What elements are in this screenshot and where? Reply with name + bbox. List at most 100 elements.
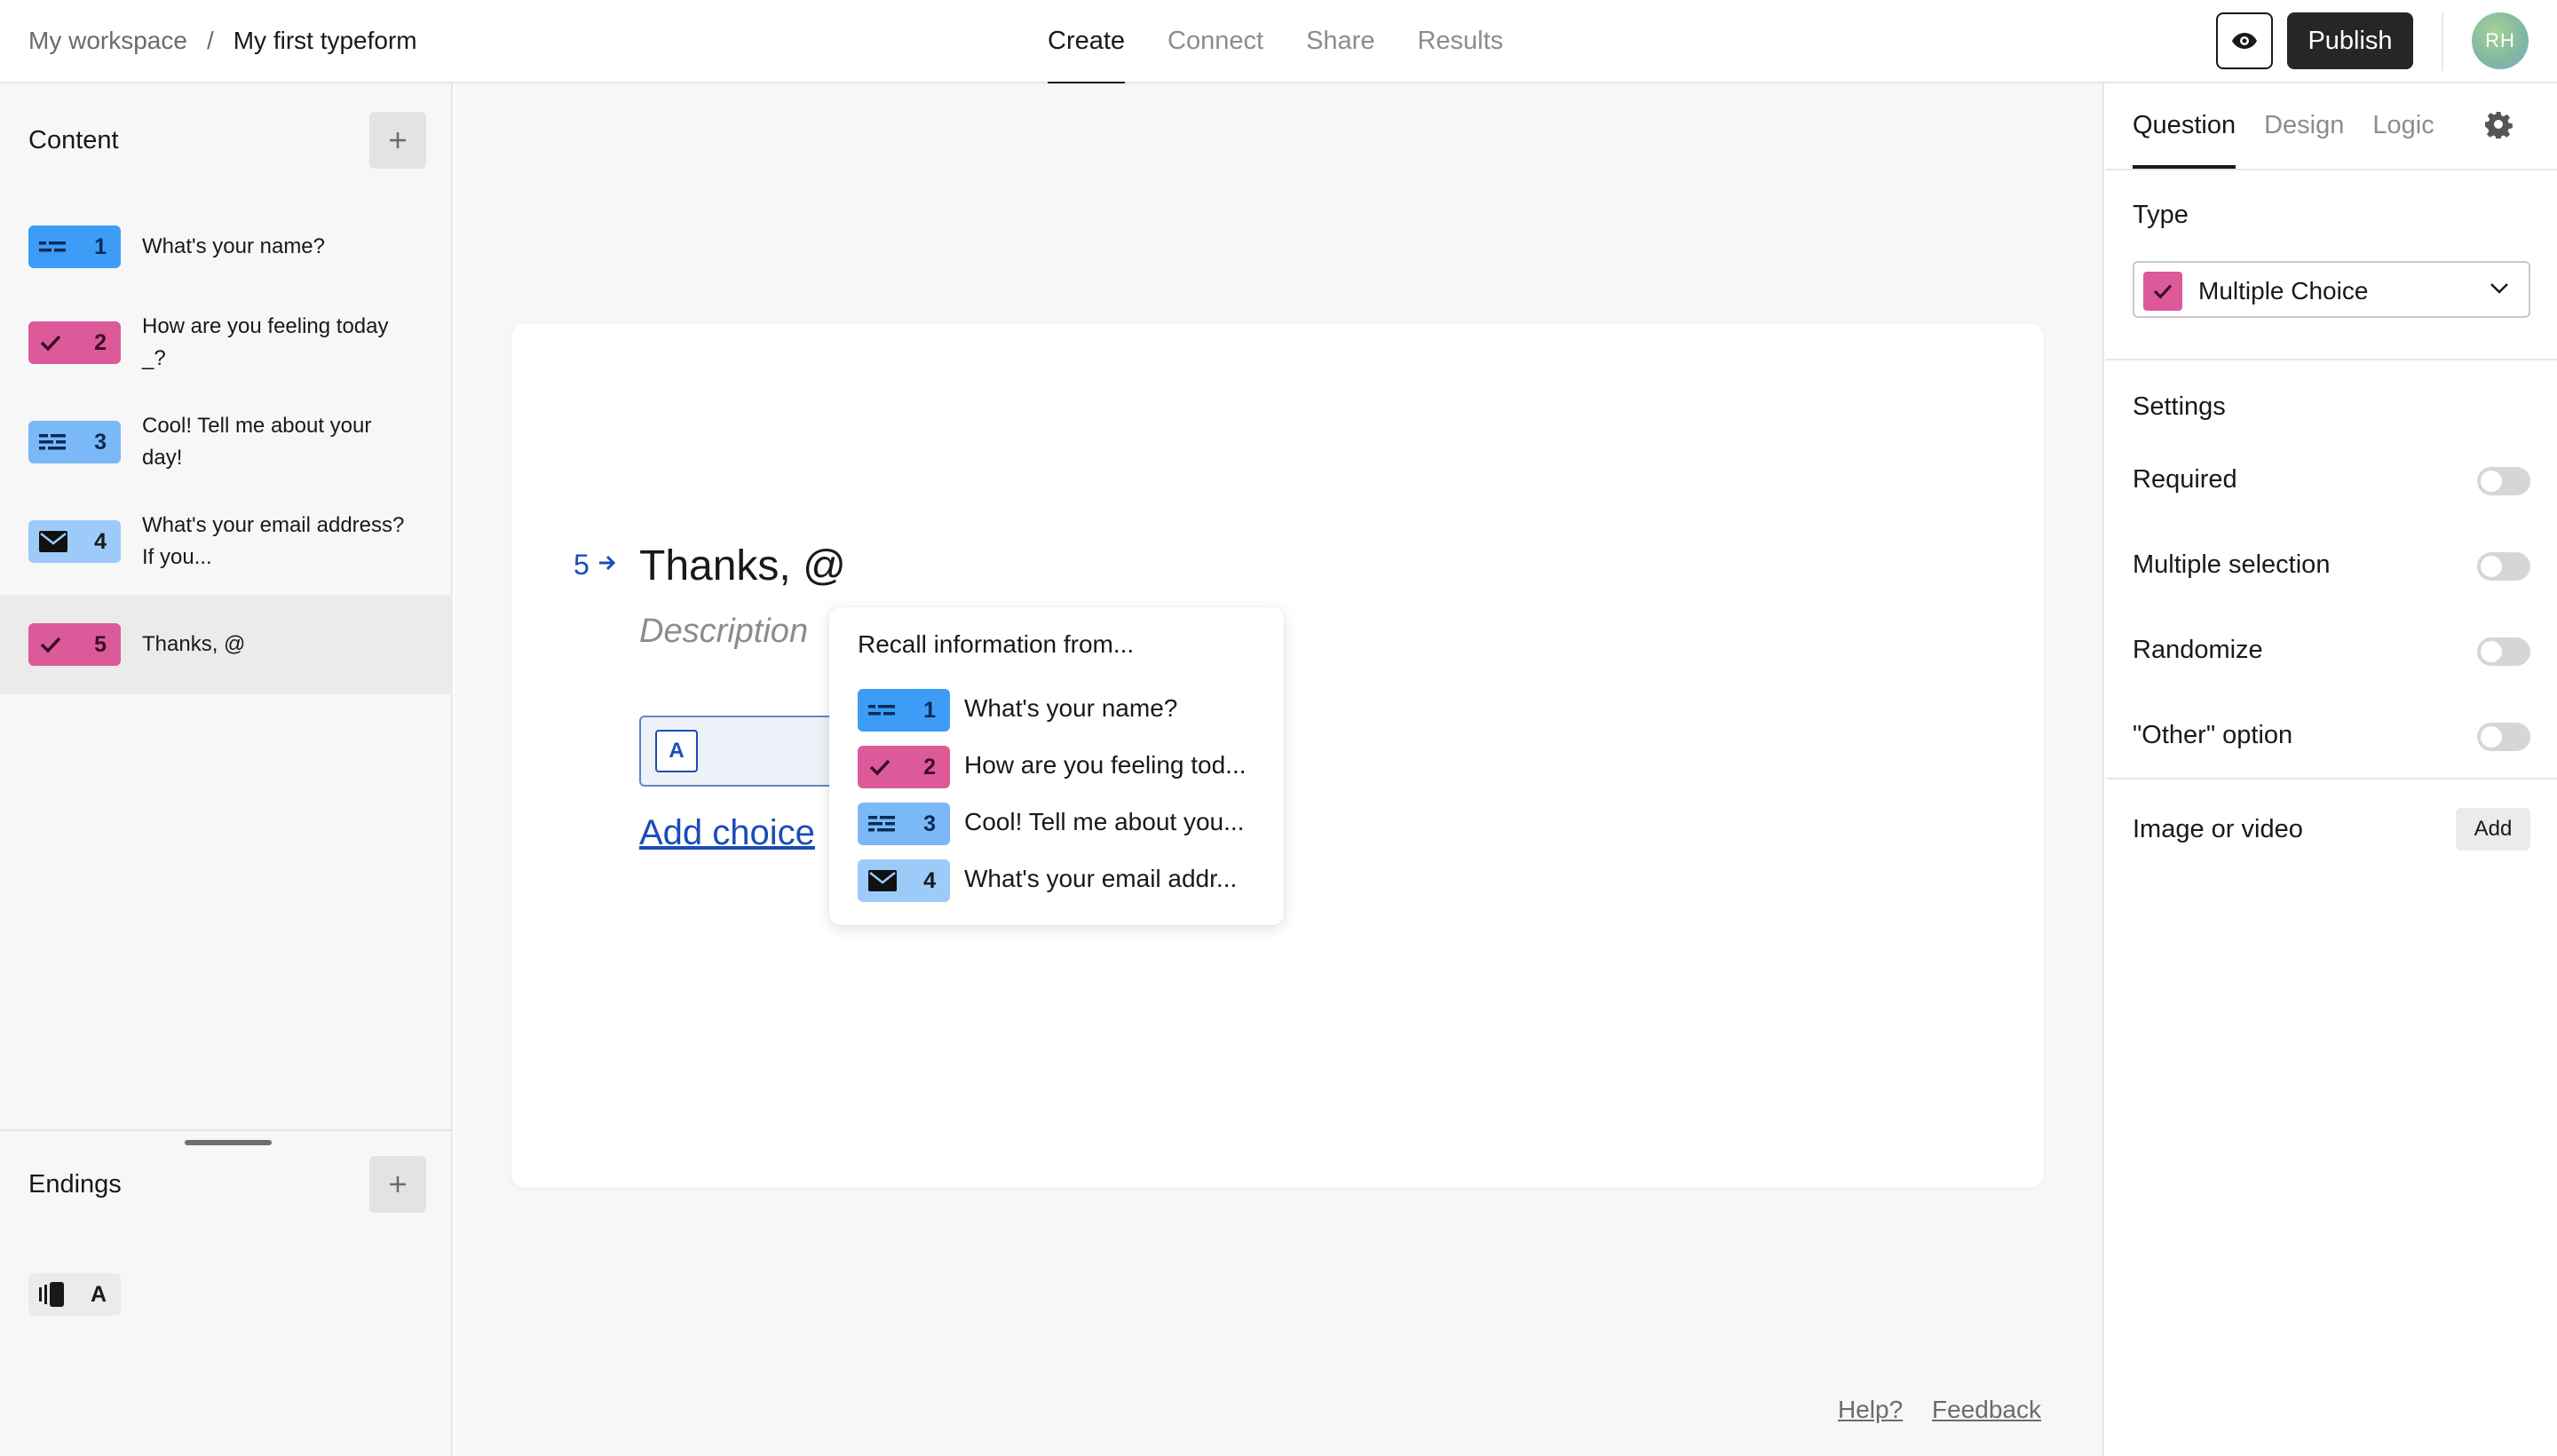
breadcrumb: My workspace / My first typeform xyxy=(28,27,417,55)
ending-label: A xyxy=(90,1281,107,1307)
recall-information-menu: Recall information from... 1 What's your… xyxy=(829,607,1284,925)
question-type-badge: 5 xyxy=(28,623,121,666)
settings-label: Settings xyxy=(2133,392,2226,421)
publish-button[interactable]: Publish xyxy=(2287,12,2413,69)
question-type-badge: 1 xyxy=(28,226,121,268)
tab-share[interactable]: Share xyxy=(1306,0,1374,83)
randomize-label: Randomize xyxy=(2133,636,2263,664)
recall-menu-item[interactable]: 1 What's your name? xyxy=(858,689,1266,732)
image-or-video-label: Image or video xyxy=(2133,815,2303,843)
question-type-select[interactable]: Multiple Choice xyxy=(2133,261,2530,318)
header-divider xyxy=(2442,12,2443,71)
question-number-label: 5 xyxy=(574,549,590,581)
question-type-badge: 1 xyxy=(858,689,950,732)
question-label: What's your name? xyxy=(142,234,326,258)
checkmark-icon xyxy=(869,759,891,776)
short-text-icon xyxy=(39,241,66,252)
breadcrumb-separator: / xyxy=(206,27,214,54)
tab-create[interactable]: Create xyxy=(1048,0,1126,85)
checkmark-icon xyxy=(40,335,61,352)
main-nav-tabs: Create Connect Share Results xyxy=(1048,0,1546,85)
question-number: 1 xyxy=(923,697,936,723)
question-type-badge: 3 xyxy=(858,803,950,845)
question-title-input[interactable]: Thanks, @ xyxy=(639,542,846,590)
question-number: 5 xyxy=(94,631,107,657)
question-type-badge: 2 xyxy=(858,746,950,788)
recall-menu-item[interactable]: 4 What's your email addr... xyxy=(858,859,1266,902)
question-label: Cool! Tell me about your day! xyxy=(142,414,372,470)
randomize-toggle[interactable] xyxy=(2477,637,2530,666)
panel-divider xyxy=(2106,778,2557,779)
question-number: 2 xyxy=(94,329,107,355)
mail-icon xyxy=(39,531,67,552)
ending-item[interactable]: A xyxy=(28,1273,121,1316)
preview-button[interactable] xyxy=(2216,12,2273,69)
question-number: 2 xyxy=(923,754,936,779)
question-type-badge: 4 xyxy=(28,520,121,563)
tab-question[interactable]: Question xyxy=(2133,83,2236,169)
breadcrumb-workspace[interactable]: My workspace xyxy=(28,27,187,54)
avatar[interactable]: RH xyxy=(2472,12,2529,69)
content-title: Content xyxy=(28,126,119,154)
question-number: 3 xyxy=(94,429,107,455)
description-input[interactable]: Description xyxy=(639,613,808,651)
recall-menu-title: Recall information from... xyxy=(858,630,1135,658)
gear-icon[interactable] xyxy=(2484,110,2513,138)
short-text-icon xyxy=(868,705,895,716)
tab-connect[interactable]: Connect xyxy=(1168,0,1263,83)
question-settings-panel: Question Design Logic Type Multiple Choi… xyxy=(2102,83,2557,1456)
add-ending-button[interactable] xyxy=(369,1156,426,1213)
endings-title: Endings xyxy=(28,1170,122,1199)
question-type-value: Multiple Choice xyxy=(2198,277,2369,305)
question-number: 4 xyxy=(94,528,107,554)
recall-item-label: What's your name? xyxy=(964,694,1178,722)
multiple-selection-toggle[interactable] xyxy=(2477,552,2530,581)
help-link[interactable]: Help? xyxy=(1838,1396,1903,1424)
recall-item-label: What's your email addr... xyxy=(964,865,1238,892)
recall-menu-item[interactable]: 3 Cool! Tell me about you... xyxy=(858,803,1266,845)
arrow-right-icon xyxy=(599,555,616,571)
question-list-item[interactable]: 4 What's your email address? If you... xyxy=(0,510,453,598)
mail-icon xyxy=(868,870,897,891)
other-option-toggle[interactable] xyxy=(2477,723,2530,751)
recall-item-label: How are you feeling tod... xyxy=(964,751,1247,779)
panel-divider xyxy=(2106,359,2557,360)
question-list-item-selected[interactable]: 5 Thanks, @ xyxy=(0,595,453,694)
type-label: Type xyxy=(2133,201,2189,229)
add-choice-link[interactable]: Add choice xyxy=(639,813,815,853)
recall-menu-item[interactable]: 2 How are you feeling tod... xyxy=(858,746,1266,788)
add-question-button[interactable] xyxy=(369,112,426,169)
required-label: Required xyxy=(2133,465,2237,494)
question-type-badge: 2 xyxy=(28,321,121,364)
add-media-button[interactable]: Add xyxy=(2456,808,2530,851)
required-toggle[interactable] xyxy=(2477,467,2530,495)
plus-icon xyxy=(390,132,406,148)
plus-icon xyxy=(390,1176,406,1192)
question-label: Thanks, @ xyxy=(142,632,246,656)
resize-handle[interactable] xyxy=(185,1140,272,1145)
question-list-item[interactable]: 3 Cool! Tell me about your day! xyxy=(0,410,453,499)
multiple-choice-badge xyxy=(2143,272,2182,311)
content-sidebar: Content 1 What's your name? 2 How are yo… xyxy=(0,83,453,1456)
top-bar: My workspace / My first typeform Create Co… xyxy=(0,0,2557,85)
question-list-item[interactable]: 2 How are you feeling today _? xyxy=(0,311,453,400)
question-number: 4 xyxy=(923,867,936,893)
ending-icon xyxy=(39,1282,64,1307)
question-type-badge: 3 xyxy=(28,421,121,463)
question-list-item[interactable]: 1 What's your name? xyxy=(0,226,453,297)
tab-design[interactable]: Design xyxy=(2264,83,2344,169)
tab-logic[interactable]: Logic xyxy=(2372,83,2434,169)
panel-tabs: Question Design Logic xyxy=(2133,83,2463,169)
feedback-link[interactable]: Feedback xyxy=(1932,1396,2041,1424)
recall-item-label: Cool! Tell me about you... xyxy=(964,808,1245,835)
long-text-icon xyxy=(868,816,895,832)
eye-icon xyxy=(2232,33,2257,49)
tab-results[interactable]: Results xyxy=(1417,0,1503,83)
choice-option[interactable]: A xyxy=(639,716,835,787)
checkmark-icon xyxy=(2153,284,2173,299)
breadcrumb-form-title[interactable]: My first typeform xyxy=(234,27,417,54)
chevron-down-icon xyxy=(2490,283,2508,294)
long-text-icon xyxy=(39,434,66,450)
question-number: 1 xyxy=(94,233,107,259)
multiple-selection-label: Multiple selection xyxy=(2133,550,2331,579)
